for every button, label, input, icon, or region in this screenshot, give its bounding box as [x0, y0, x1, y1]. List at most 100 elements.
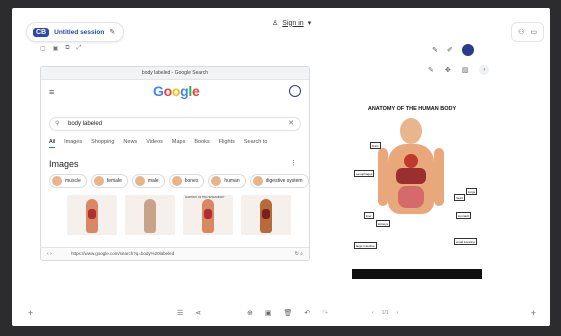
zoom-icon[interactable]: ⊕	[247, 309, 253, 317]
anatomy-label: oesophagus	[354, 170, 375, 177]
tab-images[interactable]: Images	[64, 139, 82, 148]
back-forward-icons[interactable]: ‹ ›	[47, 248, 52, 260]
organs-figure	[262, 209, 270, 219]
chip-thumbnail	[211, 176, 222, 186]
tab-books[interactable]: Books	[194, 139, 209, 148]
anatomy-image[interactable]: ANATOMY OF THE HUMAN BODY brain oesophag…	[342, 106, 482, 279]
organs-figure	[88, 209, 96, 219]
session-title-pill[interactable]: CB Untitled session ✎	[26, 22, 125, 42]
google-logo-letter: G	[153, 83, 164, 99]
image-result[interactable]	[241, 195, 291, 235]
tab-maps[interactable]: Maps	[172, 139, 185, 148]
highlighter-icon[interactable]: ✐	[447, 46, 453, 54]
anatomy-label: kidneys	[376, 220, 391, 227]
google-logo-letter: o	[163, 83, 173, 99]
duplicate-icon[interactable]: ⧉	[65, 45, 69, 52]
session-title[interactable]: Untitled session	[54, 29, 104, 36]
pen-icon[interactable]: ✎	[432, 46, 438, 54]
anatomy-label: brain	[370, 142, 381, 149]
bottom-toolbar: + ☰ ⋖ ⊕ ▣ 🗑 ↶ ↷ ‹ 1/1 › +	[12, 304, 550, 326]
prev-page-icon[interactable]: ‹	[372, 310, 374, 316]
search-tabs: All Images Shopping News Videos Maps Boo…	[49, 139, 267, 148]
google-logo-letter: o	[171, 83, 181, 99]
share-icon[interactable]: ⋖	[195, 309, 201, 317]
chevron-down-icon[interactable]: ▾	[308, 19, 312, 27]
image-result[interactable]	[67, 195, 117, 235]
move-icon[interactable]: ✥	[445, 66, 451, 74]
sign-in[interactable]: ♙ Sign in ▾	[272, 19, 312, 28]
chip-muscle[interactable]: muscle	[49, 174, 87, 188]
undo-icon[interactable]: ↶	[304, 309, 310, 317]
expand-icon[interactable]: ⤢	[77, 45, 82, 52]
add-left-icon[interactable]: +	[28, 308, 33, 318]
search-query: body labeled	[68, 121, 103, 127]
page-navigator: ‹ 1/1 ›	[372, 310, 398, 316]
canvas-tools-group: ⊕ ▣ 🗑 ↶ ↷	[247, 309, 328, 317]
fit-screen-icon[interactable]: ▣	[265, 309, 272, 317]
copy-icon[interactable]: ▢	[40, 45, 46, 52]
search-input[interactable]: ⚲ body labeled ✕	[49, 117, 301, 131]
search-icon: ⚲	[55, 121, 60, 127]
chip-digestive-system[interactable]: digestive system	[249, 174, 309, 188]
tab-shopping[interactable]: Shopping	[91, 139, 114, 148]
drawing-tools-row2: ✎ ✥ ▨ ›	[428, 65, 490, 75]
tab-all[interactable]: All	[49, 139, 56, 148]
anatomy-label: liver	[364, 212, 374, 219]
image-icon[interactable]: ▨	[462, 66, 469, 74]
add-right-icon[interactable]: +	[531, 308, 536, 318]
image-filter-chips: muscle female male bones human digestive…	[49, 174, 309, 188]
chip-bones[interactable]: bones	[168, 174, 205, 188]
tab-search-tools[interactable]: Search to	[244, 139, 268, 148]
tab-flights[interactable]: Flights	[219, 139, 235, 148]
image-results: ANATOMY OF THE HUMAN BODY	[67, 195, 291, 235]
chip-label: female	[106, 178, 122, 184]
reload-icon[interactable]: ↻ ⌕	[295, 248, 303, 260]
image-result[interactable]	[125, 195, 175, 235]
tab-videos[interactable]: Videos	[146, 139, 163, 148]
app-logo: CB	[33, 27, 50, 37]
user-icon: ♙	[272, 20, 279, 27]
edit-pencil-icon[interactable]: ✎	[109, 28, 115, 36]
whiteboard-screen[interactable]: CB Untitled session ✎ ▢ ▣ ⧉ ⤢ ♙ Sign in …	[12, 8, 550, 326]
anatomy-label: small intestine	[454, 238, 478, 245]
delete-icon[interactable]: ▣	[53, 45, 59, 52]
color-picker[interactable]	[461, 44, 474, 56]
google-header: ≡ Google	[41, 80, 309, 104]
chevron-right-icon[interactable]: ›	[479, 65, 490, 75]
participants-icon[interactable]: ⚇	[518, 28, 524, 36]
redo-icon[interactable]: ↷	[322, 309, 328, 317]
next-page-icon[interactable]: ›	[397, 310, 399, 316]
anatomy-label: lungs	[466, 188, 478, 195]
chip-thumbnail	[252, 176, 263, 186]
organs-figure	[204, 209, 212, 219]
chip-label: muscle	[65, 178, 81, 184]
url-text: https://www.google.com/search?q=body%20l…	[71, 251, 175, 256]
anatomy-label: heart	[454, 194, 465, 201]
mini-toolbar: ▢ ▣ ⧉ ⤢	[40, 45, 81, 52]
top-right-controls: ⚇ ▭	[511, 22, 544, 42]
marker-icon[interactable]: ✎	[428, 66, 434, 74]
chip-female[interactable]: female	[90, 174, 128, 188]
image-result[interactable]: ANATOMY OF THE HUMAN BODY	[183, 195, 233, 235]
browser-url-bar[interactable]: ‹ › https://www.google.com/search?q=body…	[41, 247, 309, 260]
sign-in-link[interactable]: Sign in	[282, 20, 303, 27]
chip-label: digestive system	[265, 178, 303, 184]
body-figure	[144, 199, 156, 233]
more-options-icon[interactable]: ⋮	[290, 159, 297, 167]
page-indicator: 1/1	[381, 310, 389, 316]
menu-icon[interactable]: ≡	[49, 87, 54, 97]
chip-human[interactable]: human	[208, 174, 246, 188]
share-screen-icon[interactable]: ▭	[530, 28, 537, 36]
chip-male[interactable]: male	[131, 174, 165, 188]
browser-tab-title[interactable]: body labeled - Google Search	[41, 67, 309, 80]
embedded-browser-window[interactable]: body labeled - Google Search ≡ Google ⚲ …	[40, 66, 310, 261]
account-avatar-icon[interactable]	[289, 85, 301, 97]
chip-label: bones	[184, 178, 199, 184]
anatomy-label: stomach	[456, 212, 472, 219]
body-liver	[396, 168, 426, 184]
menu-icon[interactable]: ☰	[177, 309, 183, 317]
clear-search-icon[interactable]: ✕	[288, 118, 294, 130]
anatomy-label: large intestine	[354, 242, 377, 249]
tab-news[interactable]: News	[123, 139, 137, 148]
trash-icon[interactable]: 🗑	[284, 309, 293, 317]
